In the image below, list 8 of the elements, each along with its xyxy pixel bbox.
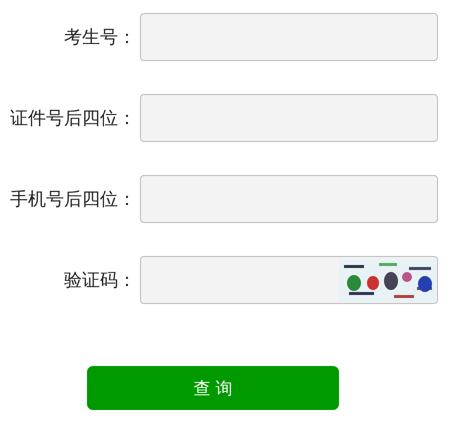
query-button[interactable]: 查 询 [87, 366, 339, 410]
input-field[interactable] [140, 13, 438, 61]
field-label: 考生号： [64, 26, 136, 49]
field-label: 证件号后四位： [10, 107, 136, 130]
input-field[interactable] [140, 175, 438, 223]
field-label: 手机号后四位： [10, 188, 136, 211]
input-field[interactable] [140, 94, 438, 142]
field-label: 验证码： [64, 269, 136, 292]
